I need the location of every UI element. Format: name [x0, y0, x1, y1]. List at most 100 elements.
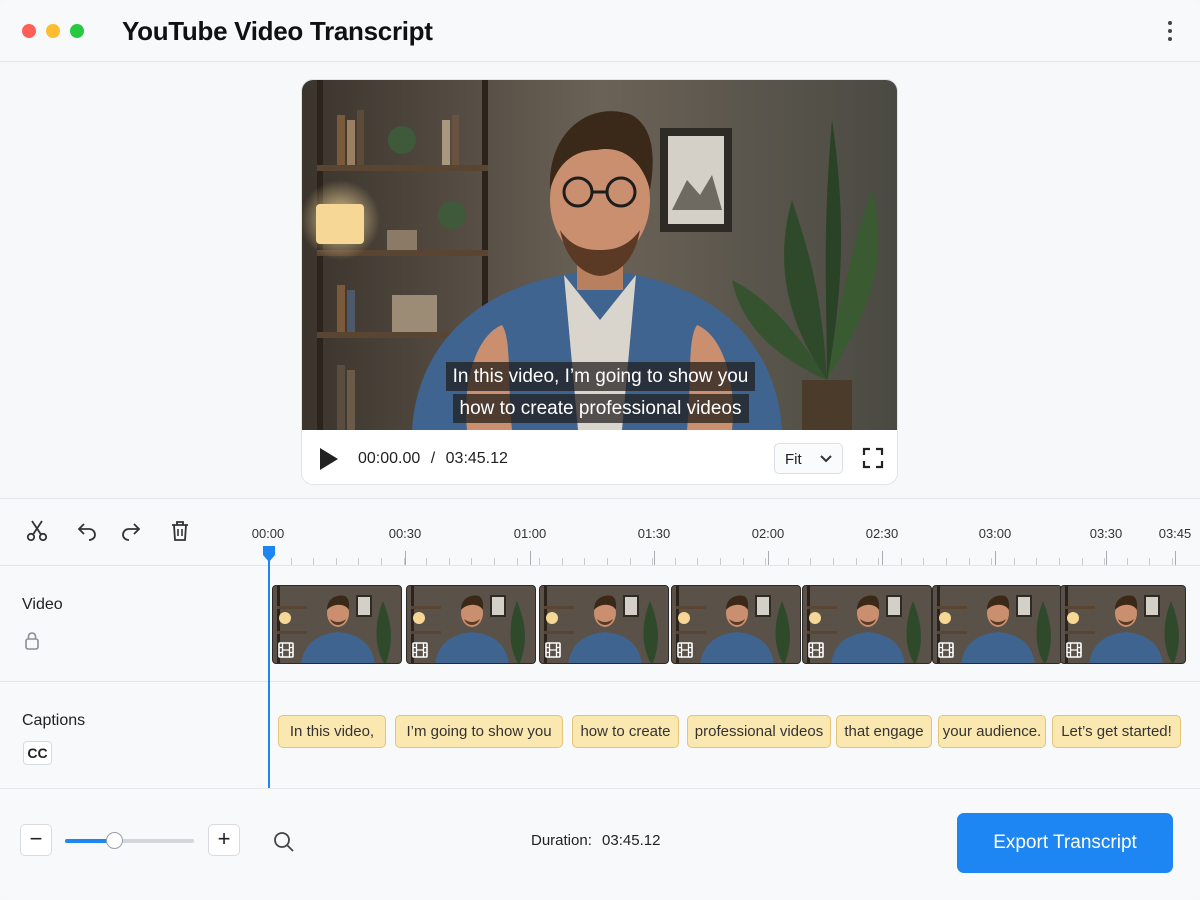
lock-icon[interactable]	[24, 631, 40, 651]
ruler-tick	[878, 558, 879, 565]
ruler-tick	[1104, 558, 1105, 565]
video-clip[interactable]	[1060, 585, 1186, 664]
ruler-tick	[1014, 558, 1015, 565]
ruler-tick	[1127, 558, 1128, 565]
zoom-in-button[interactable]: +	[208, 824, 240, 856]
video-player: In this video, I’m going to show you how…	[301, 79, 898, 485]
ruler-tick	[652, 558, 653, 565]
ruler-major-tick	[995, 551, 996, 565]
ruler-label: 02:30	[865, 526, 899, 541]
caption-chip[interactable]: your audience.	[938, 715, 1046, 748]
film-icon	[808, 642, 824, 658]
ruler-tick	[1172, 558, 1173, 565]
ruler-major-tick	[768, 551, 769, 565]
ruler-major-tick	[530, 551, 531, 565]
video-clip[interactable]	[671, 585, 801, 664]
film-icon	[677, 642, 693, 658]
ruler-tick	[675, 558, 676, 565]
ruler-tick	[313, 558, 314, 565]
caption-chip[interactable]: that engage	[836, 715, 932, 748]
playhead-line	[268, 553, 270, 789]
zoom-slider[interactable]	[65, 832, 194, 849]
export-transcript-button[interactable]: Export Transcript	[957, 813, 1173, 873]
timeline-ruler[interactable]: 00:00 00:30 01:00 01:30 02:00 02:30 03:00 03:30…	[252, 499, 1193, 565]
close-window-button[interactable]	[22, 24, 36, 38]
ruler-tick	[426, 558, 427, 565]
zoom-slider-thumb[interactable]	[106, 832, 123, 849]
fit-dropdown[interactable]: Fit	[774, 443, 843, 474]
caption-chip[interactable]: how to create	[572, 715, 679, 748]
redo-icon[interactable]	[119, 519, 143, 543]
duration-readout: Duration: 03:45.12	[531, 832, 660, 849]
video-track-label: Video	[22, 596, 63, 613]
chevron-down-icon	[820, 455, 832, 463]
film-icon	[278, 642, 294, 658]
ruler-tick	[358, 558, 359, 565]
app-window: YouTube Video Transcript In this video, …	[0, 0, 1200, 900]
ruler-tick	[991, 558, 992, 565]
caption-chip[interactable]: Let’s get started!	[1052, 715, 1181, 748]
zoom-out-button[interactable]: −	[20, 824, 52, 856]
film-icon	[545, 642, 561, 658]
ruler-label: 02:00	[751, 526, 785, 541]
ruler-tick	[833, 558, 834, 565]
ruler-label: 03:45	[1158, 526, 1192, 541]
ruler-tick	[765, 558, 766, 565]
ruler-tick	[1149, 558, 1150, 565]
total-time: 03:45.12	[445, 450, 508, 467]
ruler-tick	[923, 558, 924, 565]
ruler-tick	[788, 558, 789, 565]
ruler-tick	[1036, 558, 1037, 565]
film-icon	[938, 642, 954, 658]
film-icon	[1066, 642, 1082, 658]
ruler-major-tick	[1175, 551, 1176, 565]
playhead-handle[interactable]	[261, 545, 277, 563]
ruler-major-tick	[1106, 551, 1107, 565]
search-icon[interactable]	[273, 831, 295, 853]
player-controls: 00:00.00 / 03:45.12 Fit	[302, 430, 897, 484]
divider	[0, 681, 1200, 682]
ruler-tick	[810, 558, 811, 565]
ruler-label: 03:00	[978, 526, 1012, 541]
video-clip[interactable]	[406, 585, 536, 664]
ruler-tick	[969, 558, 970, 565]
scissors-icon[interactable]	[25, 519, 49, 543]
duration-label: Duration:	[531, 832, 592, 849]
video-clip[interactable]	[932, 585, 1062, 664]
caption-chip[interactable]: professional videos	[687, 715, 831, 748]
maximize-window-button[interactable]	[70, 24, 84, 38]
minimize-window-button[interactable]	[46, 24, 60, 38]
ruler-tick	[562, 558, 563, 565]
ruler-major-tick	[654, 551, 655, 565]
undo-icon[interactable]	[75, 519, 99, 543]
ruler-tick	[517, 558, 518, 565]
ruler-tick	[607, 558, 608, 565]
ruler-major-tick	[882, 551, 883, 565]
ruler-tick	[381, 558, 382, 565]
caption-chip[interactable]: I’m going to show you	[395, 715, 563, 748]
ruler-label: 01:00	[513, 526, 547, 541]
kebab-menu-icon[interactable]	[1160, 18, 1180, 44]
cc-badge[interactable]: CC	[23, 741, 52, 765]
caption-chip[interactable]: In this video,	[278, 715, 386, 748]
ruler-tick	[743, 558, 744, 565]
video-clip[interactable]	[539, 585, 669, 664]
video-clip[interactable]	[802, 585, 932, 664]
title-bar: YouTube Video Transcript	[0, 0, 1200, 62]
film-icon	[412, 642, 428, 658]
bottom-bar: − + Duration: 03:45.12 Export Transcript	[0, 788, 1200, 900]
ruler-major-tick	[405, 551, 406, 565]
trash-icon[interactable]	[168, 519, 192, 543]
fit-dropdown-value: Fit	[785, 451, 802, 468]
ruler-label: 00:00	[251, 526, 285, 541]
video-clip[interactable]	[272, 585, 402, 664]
video-frame[interactable]: In this video, I’m going to show you how…	[302, 80, 897, 430]
ruler-label: 01:30	[637, 526, 671, 541]
play-icon[interactable]	[318, 447, 340, 471]
ruler-tick	[720, 558, 721, 565]
time-separator: /	[430, 450, 436, 467]
fullscreen-icon[interactable]	[862, 447, 884, 469]
ruler-tick	[630, 558, 631, 565]
timecode: 00:00.00 / 03:45.12	[358, 450, 508, 468]
current-time: 00:00.00	[358, 450, 421, 467]
